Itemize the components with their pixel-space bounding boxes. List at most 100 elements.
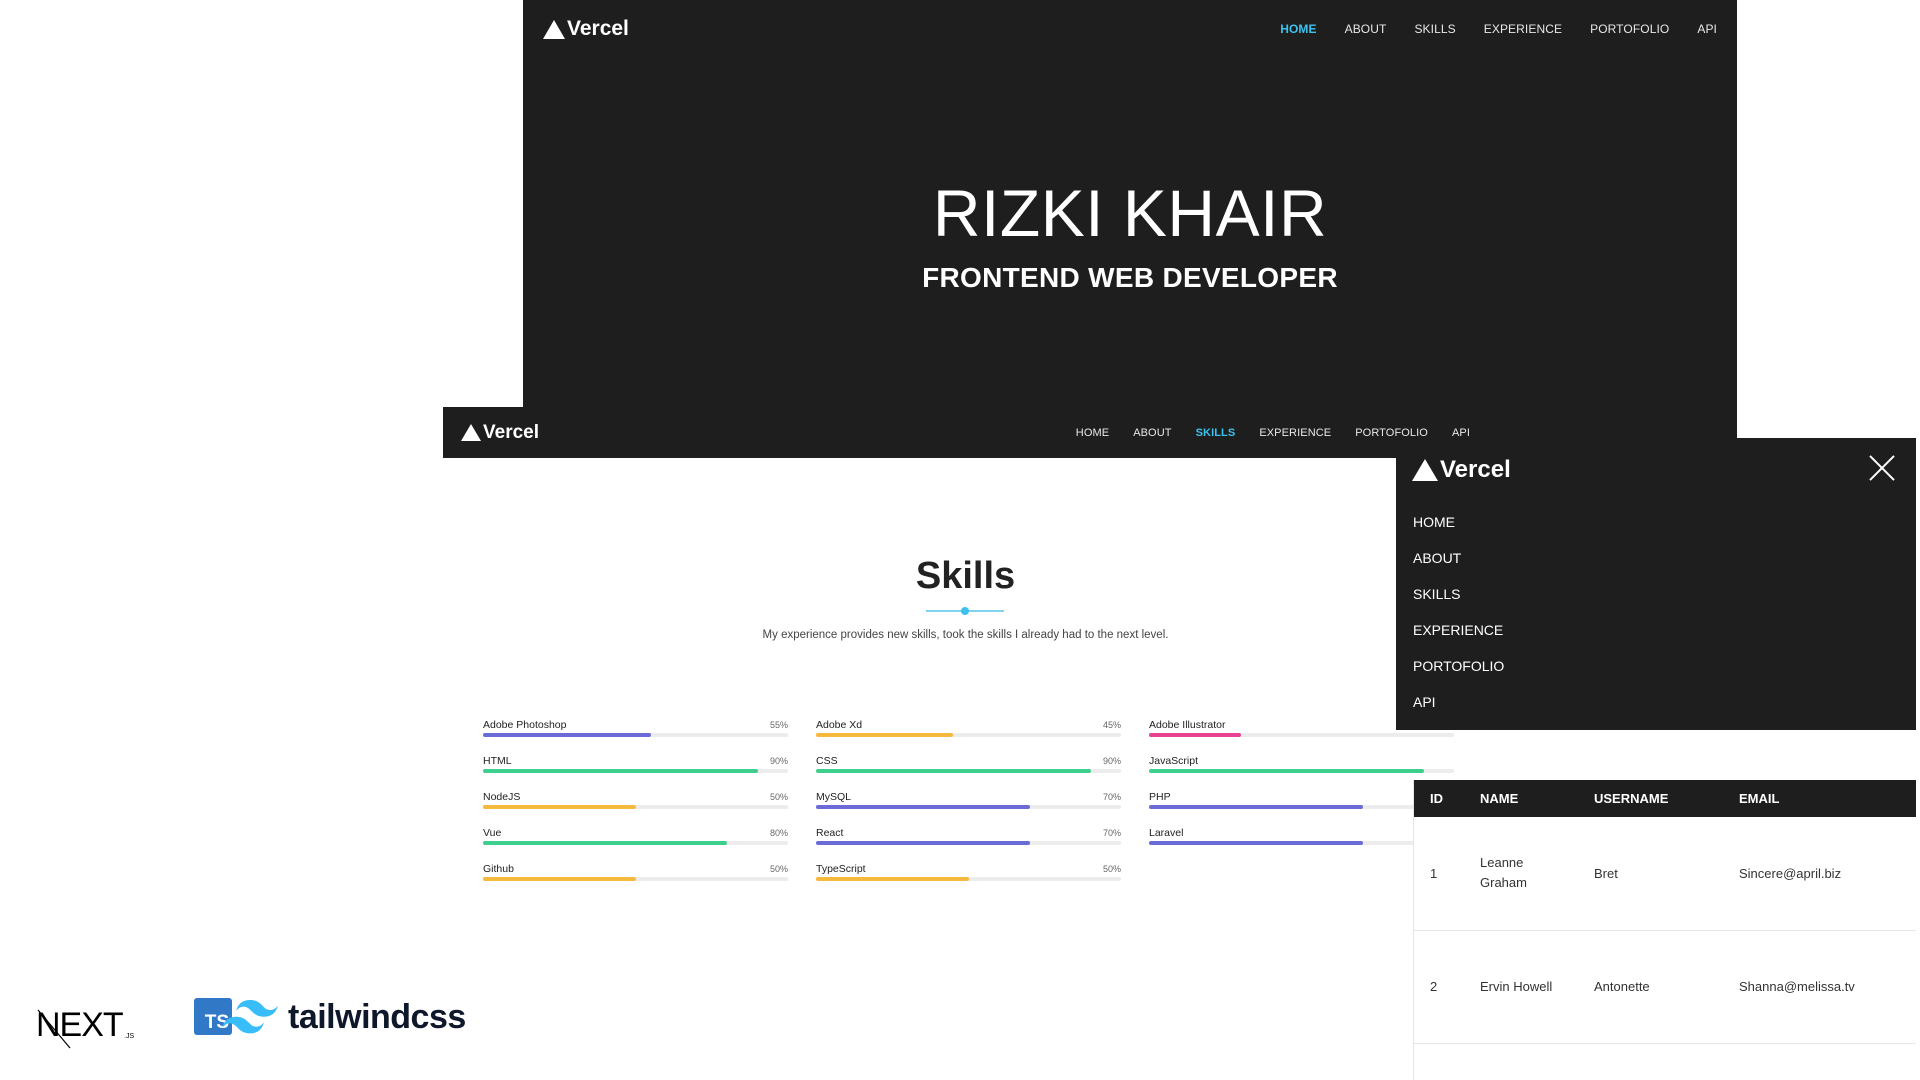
mobile-item-about[interactable]: ABOUT bbox=[1413, 550, 1504, 586]
skills-navbar: Vercel HOME ABOUT SKILLS EXPERIENCE PORT… bbox=[443, 407, 1488, 458]
skill-label: Github bbox=[483, 863, 514, 875]
skill-bar: PHP bbox=[1149, 791, 1454, 815]
mobile-item-home[interactable]: HOME bbox=[1413, 514, 1504, 550]
skill-track bbox=[816, 805, 1121, 809]
divider-dot bbox=[961, 607, 969, 615]
skill-bar: HTML 90% bbox=[483, 755, 788, 779]
skill-percent: 90% bbox=[1102, 756, 1121, 766]
nav-api[interactable]: API bbox=[1452, 427, 1470, 439]
skill-label: Adobe Xd bbox=[816, 719, 863, 731]
col-email: EMAIL bbox=[1739, 791, 1780, 806]
skill-fill bbox=[816, 841, 1030, 845]
mobile-item-experience[interactable]: EXPERIENCE bbox=[1413, 622, 1504, 658]
skill-percent: 70% bbox=[1102, 792, 1121, 802]
users-table: ID NAME USERNAME EMAIL 1 Leanne Graham B… bbox=[1414, 780, 1916, 1044]
skill-label: Adobe Illustrator bbox=[1149, 719, 1226, 731]
mobile-menu-list: HOME ABOUT SKILLS EXPERIENCE PORTOFOLIO … bbox=[1413, 514, 1504, 730]
skill-track bbox=[816, 769, 1121, 773]
tailwind-wordmark: tailwindcss bbox=[288, 997, 466, 1036]
vercel-triangle-icon bbox=[543, 19, 565, 39]
skill-fill bbox=[816, 769, 1091, 773]
cell-email: Shanna@melissa.tv bbox=[1739, 979, 1855, 994]
skill-fill bbox=[816, 805, 1030, 809]
skill-label: Laravel bbox=[1149, 827, 1184, 839]
mobile-item-skills[interactable]: SKILLS bbox=[1413, 586, 1504, 622]
skill-bar: Vue 80% bbox=[483, 827, 788, 851]
nav-experience[interactable]: EXPERIENCE bbox=[1484, 22, 1562, 36]
title-divider bbox=[926, 607, 1004, 615]
skill-track bbox=[483, 769, 788, 773]
skill-percent: 90% bbox=[769, 756, 788, 766]
skill-label: MySQL bbox=[816, 791, 852, 803]
tailwind-wave-icon bbox=[222, 1000, 278, 1034]
nav-api[interactable]: API bbox=[1697, 22, 1717, 36]
skill-bar: Adobe Xd 45% bbox=[816, 719, 1121, 743]
hero-name: RIZKI KHAIR bbox=[932, 176, 1328, 250]
vercel-logo[interactable]: Vercel bbox=[1412, 456, 1511, 484]
table-row[interactable]: 1 Leanne Graham Bret Sincere@april.biz bbox=[1414, 817, 1916, 930]
nav-about[interactable]: ABOUT bbox=[1133, 427, 1171, 439]
skill-bar: React 70% bbox=[816, 827, 1121, 851]
table-row[interactable]: 2 Ervin Howell Antonette Shanna@melissa.… bbox=[1414, 930, 1916, 1043]
skill-bar: JavaScript bbox=[1149, 755, 1454, 779]
tech-stack-logos: NEXT .JS TS tailwindcss bbox=[36, 990, 506, 1050]
hero-role: FRONTEND WEB DEVELOPER bbox=[922, 262, 1338, 293]
skills-section: Vercel HOME ABOUT SKILLS EXPERIENCE PORT… bbox=[443, 407, 1488, 947]
vercel-logo[interactable]: Vercel bbox=[461, 422, 539, 444]
skill-percent: 50% bbox=[1102, 864, 1121, 874]
skill-track bbox=[483, 877, 788, 881]
nav-portofolio[interactable]: PORTOFOLIO bbox=[1590, 22, 1669, 36]
cell-id: 2 bbox=[1430, 979, 1438, 994]
skill-track bbox=[1149, 841, 1454, 845]
skill-track bbox=[816, 877, 1121, 881]
nav-skills[interactable]: SKILLS bbox=[1414, 22, 1455, 36]
skill-percent: 55% bbox=[769, 720, 788, 730]
nav-experience[interactable]: EXPERIENCE bbox=[1259, 427, 1331, 439]
skill-fill bbox=[483, 877, 636, 881]
nav-about[interactable]: ABOUT bbox=[1345, 22, 1387, 36]
skill-track bbox=[1149, 733, 1454, 737]
hero-nav-menu: HOME ABOUT SKILLS EXPERIENCE PORTOFOLIO … bbox=[1280, 22, 1717, 36]
skill-fill bbox=[1149, 841, 1363, 845]
mobile-item-api[interactable]: API bbox=[1413, 694, 1504, 730]
skill-label: Vue bbox=[483, 827, 502, 839]
logo-text: Vercel bbox=[483, 421, 539, 443]
logo-text: Vercel bbox=[1440, 456, 1511, 483]
hero-navbar: Vercel HOME ABOUT SKILLS EXPERIENCE PORT… bbox=[543, 0, 1717, 58]
mobile-item-portofolio[interactable]: PORTOFOLIO bbox=[1413, 658, 1504, 694]
cell-username: Bret bbox=[1594, 865, 1618, 881]
col-name: NAME bbox=[1480, 791, 1519, 806]
skill-fill bbox=[483, 841, 727, 845]
skills-subtitle: My experience provides new skills, took … bbox=[762, 629, 1169, 641]
skill-percent: 45% bbox=[1102, 720, 1121, 730]
skill-track bbox=[1149, 805, 1454, 809]
skill-label: TypeScript bbox=[816, 863, 866, 875]
vercel-logo[interactable]: Vercel bbox=[543, 17, 629, 41]
skill-fill bbox=[1149, 805, 1363, 809]
vercel-triangle-icon bbox=[461, 424, 481, 441]
skill-bar: Laravel bbox=[1149, 827, 1454, 851]
vercel-triangle-icon bbox=[1412, 459, 1438, 481]
nav-skills[interactable]: SKILLS bbox=[1196, 427, 1236, 439]
skill-percent: 70% bbox=[1102, 828, 1121, 838]
nextjs-logo-text: NEXT bbox=[36, 1006, 123, 1044]
col-id: ID bbox=[1430, 791, 1443, 806]
skill-bar: MySQL 70% bbox=[816, 791, 1121, 815]
close-icon[interactable] bbox=[1868, 454, 1896, 482]
skill-bar: NodeJS 50% bbox=[483, 791, 788, 815]
hero-section: Vercel HOME ABOUT SKILLS EXPERIENCE PORT… bbox=[523, 0, 1737, 440]
mobile-menu-panel: Vercel HOME ABOUT SKILLS EXPERIENCE PORT… bbox=[1396, 438, 1916, 730]
skill-fill bbox=[483, 733, 651, 737]
skill-fill bbox=[1149, 733, 1241, 737]
nav-home[interactable]: HOME bbox=[1076, 427, 1109, 439]
nav-home[interactable]: HOME bbox=[1280, 22, 1316, 36]
skill-track bbox=[483, 841, 788, 845]
nav-portofolio[interactable]: PORTOFOLIO bbox=[1355, 427, 1428, 439]
cell-name: Leanne Graham bbox=[1480, 855, 1527, 891]
cell-username: Antonette bbox=[1594, 979, 1650, 994]
skill-fill bbox=[1149, 769, 1424, 773]
skill-bar: TypeScript 50% bbox=[816, 863, 1121, 887]
skill-bar: Github 50% bbox=[483, 863, 788, 887]
skill-label: PHP bbox=[1149, 791, 1171, 803]
skill-bar: Adobe Photoshop 55% bbox=[483, 719, 788, 743]
